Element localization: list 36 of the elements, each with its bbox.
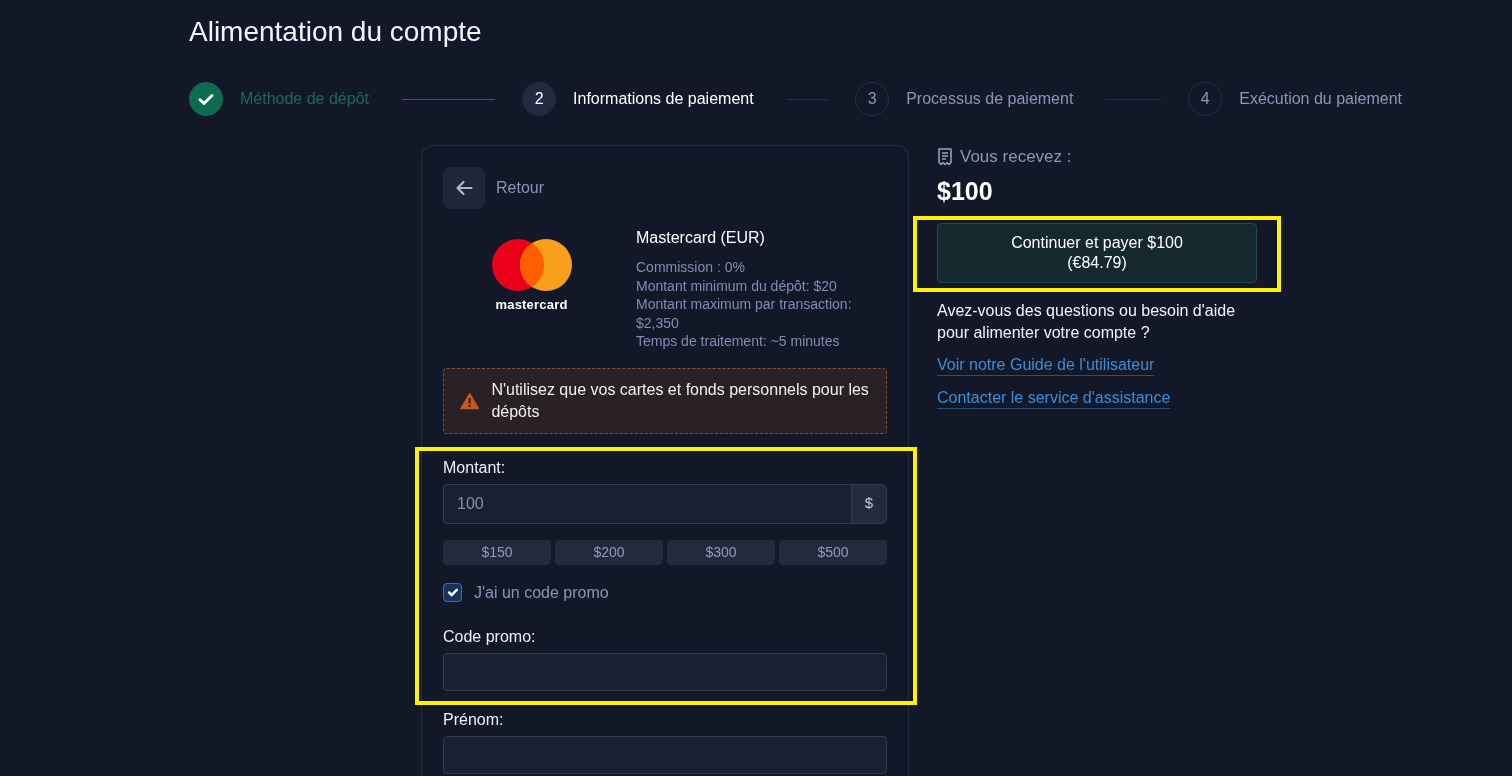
step-label: Processus de paiement <box>906 89 1074 109</box>
pay-button[interactable]: Continuer et payer $100 (€84.79) <box>937 223 1257 283</box>
page-title: Alimentation du compte <box>189 15 482 49</box>
method-detail: Montant maximum par transaction: $2,350 <box>636 295 853 332</box>
field-label: Prénom: <box>443 709 504 729</box>
help-text: Avez-vous des questions ou besoin d'aide pour alimenter votre compte ? <box>937 301 1237 343</box>
help-link[interactable]: Contacter le service d'assistance <box>937 387 1171 409</box>
field-label: Code promo: <box>443 626 536 646</box>
first-name-input[interactable] <box>443 735 887 774</box>
amount-preset-button[interactable]: $300 <box>667 539 775 565</box>
warning-icon <box>460 390 480 411</box>
method-title: Mastercard (EUR) <box>636 228 766 248</box>
currency-addon: $ <box>851 483 887 524</box>
method-detail: Commission : 0% <box>636 258 746 277</box>
back-link[interactable]: Retour <box>443 167 545 209</box>
step-label: Méthode de dépôt <box>240 89 369 109</box>
receive-amount: $100 <box>937 176 993 206</box>
method-detail: Temps de traitement: ~5 minutes <box>636 332 841 351</box>
warning-text: N'utilisez que vos cartes et fonds personnels pour les dépôts <box>491 379 870 422</box>
method-detail: Montant minimum du dépôt: $20 <box>636 276 838 295</box>
receipt-icon <box>937 148 953 166</box>
step-label: Informations de paiement <box>573 89 754 109</box>
field-label: Montant: <box>443 457 506 477</box>
amount-preset-button[interactable]: $200 <box>555 539 663 565</box>
checkbox[interactable] <box>443 583 462 602</box>
help-link[interactable]: Voir notre Guide de l'utilisateur <box>937 354 1155 376</box>
amount-preset-button[interactable]: $500 <box>779 539 887 565</box>
logo-wordmark: mastercard <box>495 297 568 313</box>
checkbox-label[interactable]: J'ai un code promo <box>474 580 609 605</box>
amount-preset-button[interactable]: $150 <box>443 539 551 565</box>
receive-label: Vous recevez : <box>960 146 1072 168</box>
step-label: Exécution du paiement <box>1239 89 1402 109</box>
amount-input[interactable]: 100 <box>443 483 852 524</box>
step-number: 2 <box>522 82 557 116</box>
arrow-left-icon <box>443 167 485 209</box>
promo-code-input[interactable] <box>443 652 887 691</box>
